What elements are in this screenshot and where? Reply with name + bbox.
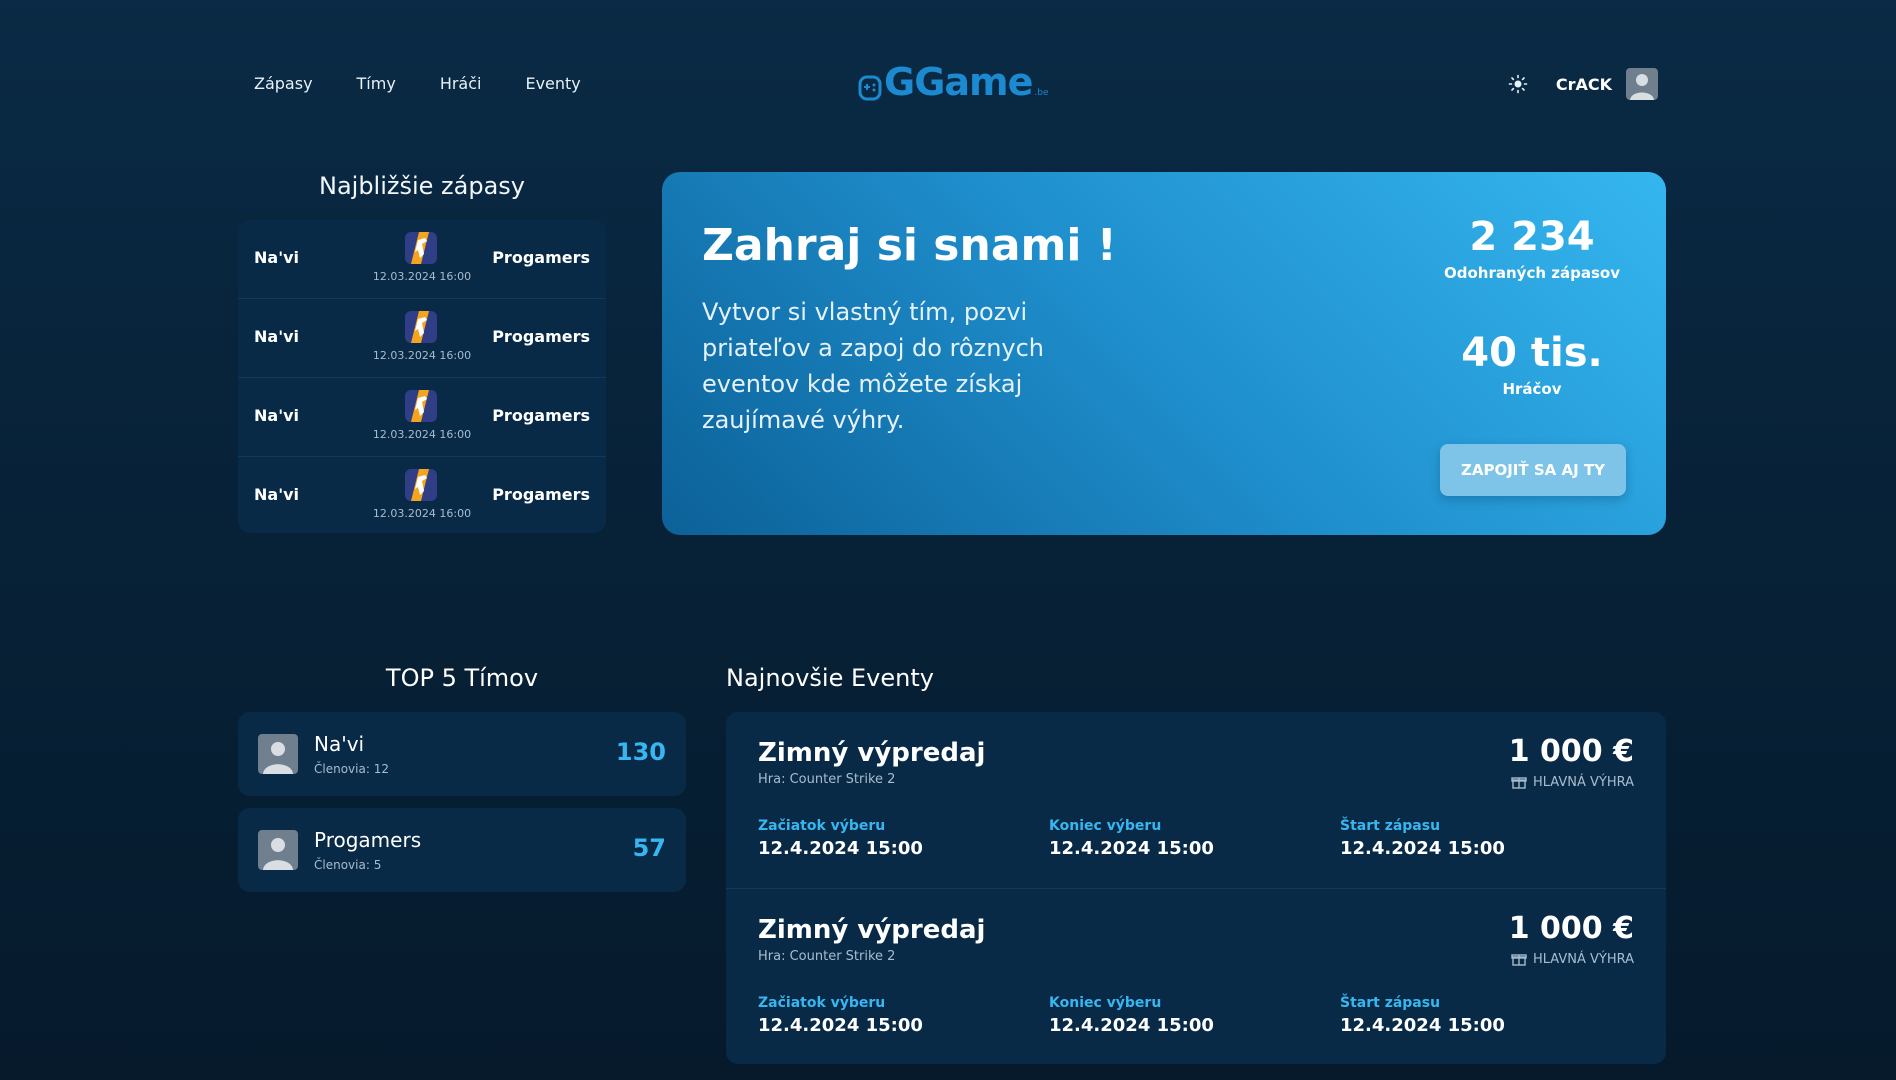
match-date: 12.03.2024 16:00 bbox=[372, 349, 472, 362]
stat-matches: 2 234 Odohraných zápasov bbox=[1432, 214, 1632, 282]
nav-item-eventy[interactable]: Eventy bbox=[525, 74, 580, 93]
match-date: 12.03.2024 16:00 bbox=[372, 428, 472, 441]
match-team-away: Progamers bbox=[492, 485, 590, 504]
col-label: Začiatok výberu bbox=[758, 995, 886, 1011]
event-col-match-start: Štart zápasu 12.4.2024 15:00 bbox=[1340, 818, 1505, 859]
events-title: Najnovšie Eventy bbox=[726, 664, 934, 692]
events-list: Zimný výpredaj Hra: Counter Strike 2 1 0… bbox=[726, 712, 1666, 1064]
event-card[interactable]: Zimný výpredaj Hra: Counter Strike 2 1 0… bbox=[726, 712, 1666, 889]
event-col-start: Začiatok výberu 12.4.2024 15:00 bbox=[758, 818, 923, 859]
event-name: Zimný výpredaj bbox=[758, 738, 986, 768]
event-game: Hra: Counter Strike 2 bbox=[758, 949, 896, 964]
event-game: Hra: Counter Strike 2 bbox=[758, 772, 896, 787]
matches-list: Na'vi Progamers 12.03.2024 16:00 Na'vi P… bbox=[238, 220, 606, 533]
page: Zápasy Tímy Hráči Eventy GGame .be CrACK bbox=[238, 0, 1666, 1080]
col-label: Koniec výberu bbox=[1049, 995, 1162, 1011]
event-prize: 1 000 € bbox=[1508, 734, 1634, 769]
nav-item-zapasy[interactable]: Zápasy bbox=[254, 74, 313, 93]
match-team-away: Progamers bbox=[492, 248, 590, 267]
match-team-home: Na'vi bbox=[254, 248, 299, 267]
user-area: CrACK bbox=[1508, 68, 1658, 100]
main-nav: Zápasy Tímy Hráči Eventy bbox=[254, 74, 581, 93]
user-icon bbox=[1630, 74, 1654, 100]
logo-domain: .be bbox=[1034, 88, 1049, 98]
match-row[interactable]: Na'vi Progamers 12.03.2024 16:00 bbox=[238, 457, 606, 533]
event-name: Zimný výpredaj bbox=[758, 915, 986, 945]
hero-title: Zahraj si snami ! bbox=[702, 220, 1117, 271]
matches-title: Najbližšie zápasy bbox=[318, 172, 525, 200]
match-team-home: Na'vi bbox=[254, 485, 299, 504]
match-row[interactable]: Na'vi Progamers 12.03.2024 16:00 bbox=[238, 299, 606, 378]
top-teams-title: TOP 5 Tímov bbox=[385, 664, 539, 692]
col-value: 12.4.2024 15:00 bbox=[758, 838, 923, 859]
team-avatar bbox=[258, 734, 298, 774]
col-value: 12.4.2024 15:00 bbox=[758, 1015, 923, 1036]
event-col-start: Začiatok výberu 12.4.2024 15:00 bbox=[758, 995, 923, 1036]
hero-banner: Zahraj si snami ! Vytvor si vlastný tím,… bbox=[662, 172, 1666, 535]
cs2-game-icon bbox=[405, 232, 437, 264]
gift-icon bbox=[1511, 954, 1527, 966]
username[interactable]: CrACK bbox=[1556, 75, 1612, 94]
col-value: 12.4.2024 15:00 bbox=[1340, 1015, 1505, 1036]
cs2-game-icon bbox=[405, 390, 437, 422]
team-score: 57 bbox=[632, 834, 666, 862]
team-avatar bbox=[258, 830, 298, 870]
col-value: 12.4.2024 15:00 bbox=[1049, 838, 1214, 859]
team-members: Členovia: 12 bbox=[314, 762, 389, 776]
match-row[interactable]: Na'vi Progamers 12.03.2024 16:00 bbox=[238, 378, 606, 457]
team-name: Progamers bbox=[314, 828, 422, 852]
event-card[interactable]: Zimný výpredaj Hra: Counter Strike 2 1 0… bbox=[726, 889, 1666, 1064]
event-prize-label: HLAVNÁ VÝHRA bbox=[1511, 951, 1634, 967]
stat-label: Hráčov bbox=[1502, 380, 1562, 398]
event-prize-label: HLAVNÁ VÝHRA bbox=[1511, 774, 1634, 790]
team-card[interactable]: Na'vi Členovia: 12 130 bbox=[238, 712, 686, 796]
event-col-end: Koniec výberu 12.4.2024 15:00 bbox=[1049, 995, 1214, 1036]
stat-label: Odohraných zápasov bbox=[1444, 264, 1620, 282]
match-row[interactable]: Na'vi Progamers 12.03.2024 16:00 bbox=[238, 220, 606, 299]
match-team-away: Progamers bbox=[492, 406, 590, 425]
col-value: 12.4.2024 15:00 bbox=[1049, 1015, 1214, 1036]
nav-item-timy[interactable]: Tímy bbox=[357, 74, 396, 93]
cs2-game-icon bbox=[405, 311, 437, 343]
stat-players: 40 tis. Hráčov bbox=[1432, 330, 1632, 398]
gift-icon bbox=[1511, 777, 1527, 789]
hero-description: Vytvor si vlastný tím, pozvi priateľov a… bbox=[702, 298, 1045, 434]
match-team-away: Progamers bbox=[492, 327, 590, 346]
logo[interactable]: GGame .be bbox=[858, 62, 1049, 102]
match-date: 12.03.2024 16:00 bbox=[372, 507, 472, 520]
avatar[interactable] bbox=[1626, 68, 1658, 100]
prize-label-text: HLAVNÁ VÝHRA bbox=[1532, 951, 1634, 967]
match-date: 12.03.2024 16:00 bbox=[372, 270, 472, 283]
match-team-home: Na'vi bbox=[254, 406, 299, 425]
event-prize: 1 000 € bbox=[1508, 911, 1634, 946]
cs2-game-icon bbox=[405, 469, 437, 501]
prize-label-text: HLAVNÁ VÝHRA bbox=[1532, 774, 1634, 790]
col-label: Štart zápasu bbox=[1340, 995, 1441, 1011]
col-value: 12.4.2024 15:00 bbox=[1340, 838, 1505, 859]
gamepad-icon bbox=[858, 75, 882, 101]
stat-value: 40 tis. bbox=[1461, 330, 1603, 376]
team-score: 130 bbox=[615, 738, 666, 766]
user-icon bbox=[263, 838, 293, 870]
col-label: Štart zápasu bbox=[1340, 818, 1441, 834]
event-col-match-start: Štart zápasu 12.4.2024 15:00 bbox=[1340, 995, 1505, 1036]
stat-value: 2 234 bbox=[1469, 214, 1595, 260]
nav-item-hraci[interactable]: Hráči bbox=[440, 74, 482, 93]
theme-toggle-icon[interactable] bbox=[1508, 74, 1528, 94]
team-members: Členovia: 5 bbox=[314, 858, 382, 872]
team-card[interactable]: Progamers Členovia: 5 57 bbox=[238, 808, 686, 892]
col-label: Začiatok výberu bbox=[758, 818, 886, 834]
event-col-end: Koniec výberu 12.4.2024 15:00 bbox=[1049, 818, 1214, 859]
match-team-home: Na'vi bbox=[254, 327, 299, 346]
team-name: Na'vi bbox=[314, 732, 365, 756]
col-label: Koniec výberu bbox=[1049, 818, 1162, 834]
user-icon bbox=[263, 742, 293, 774]
join-button[interactable]: ZAPOJIŤ SA AJ TY bbox=[1440, 444, 1626, 496]
logo-text: GGame bbox=[884, 60, 1033, 104]
